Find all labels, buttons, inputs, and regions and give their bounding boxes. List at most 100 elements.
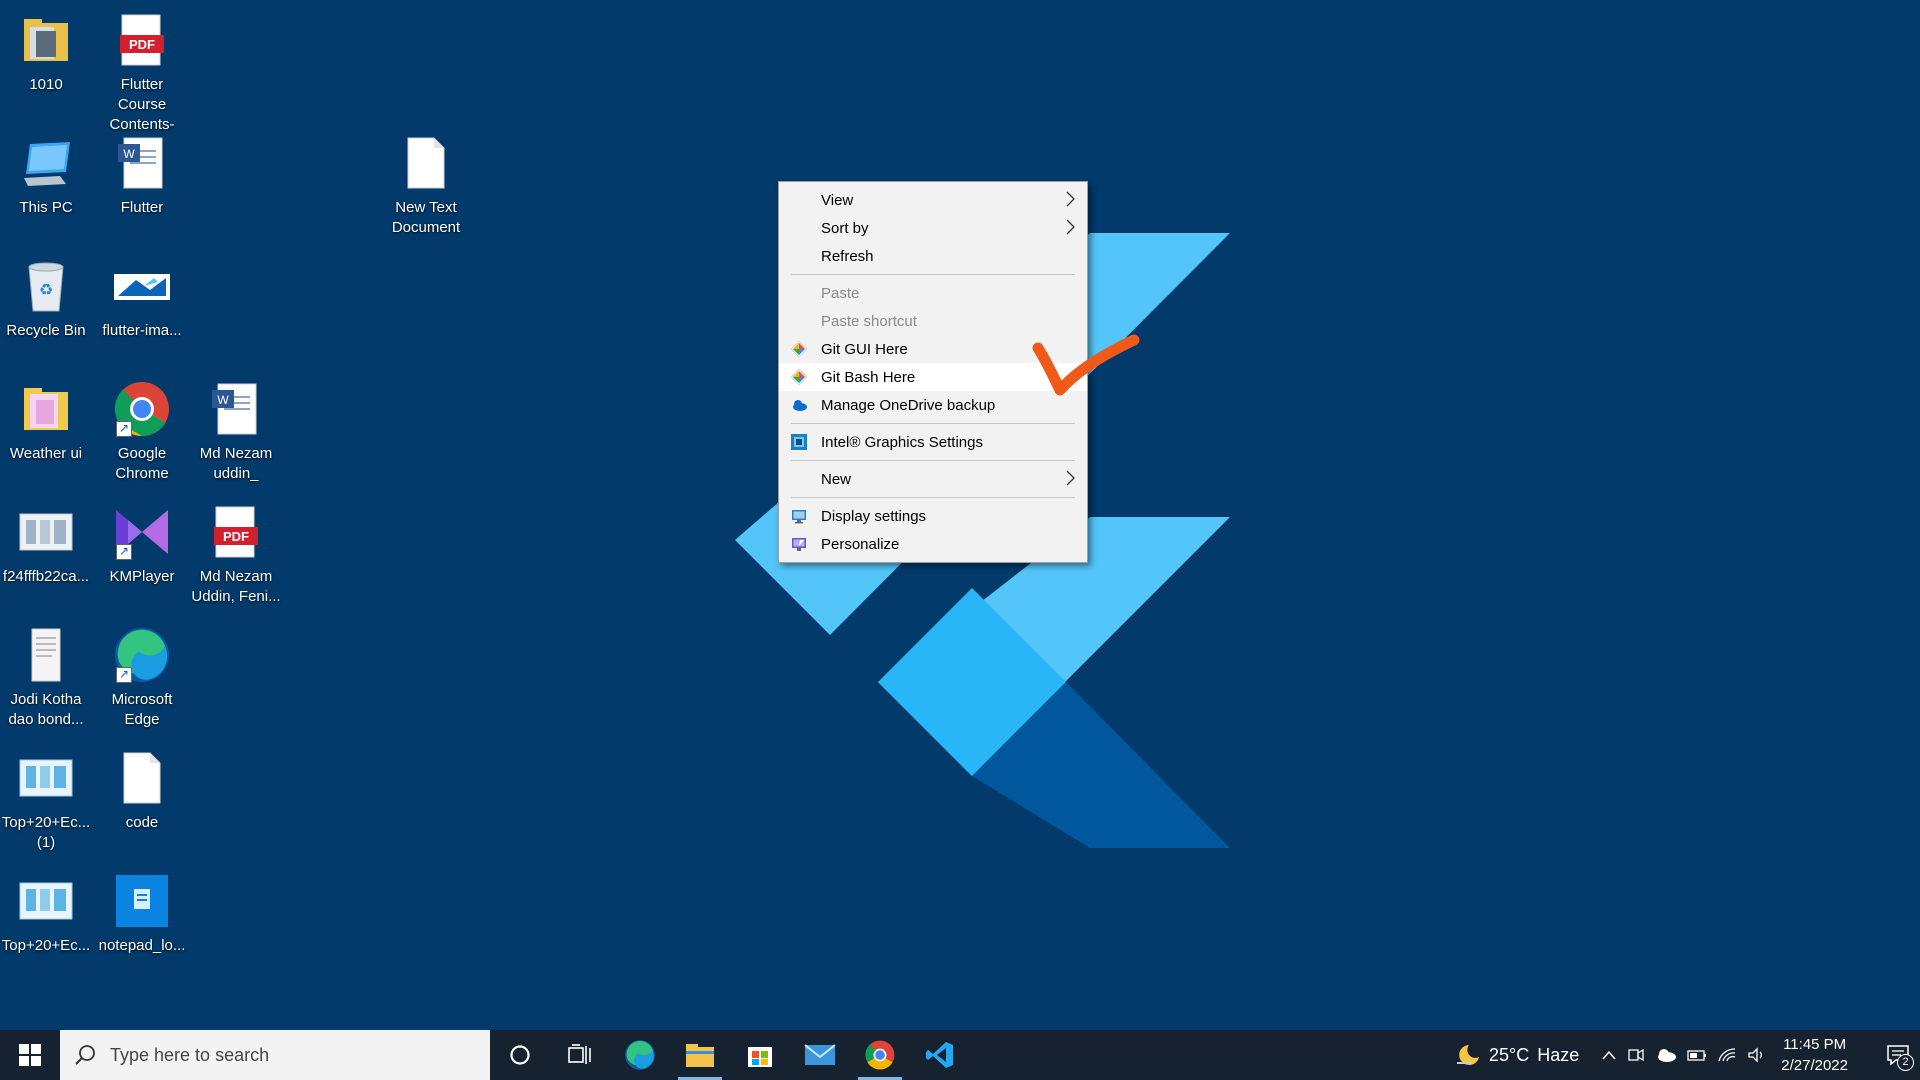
folder-icon xyxy=(24,388,68,430)
shortcut-arrow-icon: ↗ xyxy=(116,421,132,437)
clock-date: 2/27/2022 xyxy=(1781,1057,1848,1074)
vscode-icon xyxy=(926,1042,953,1068)
image-file-icon xyxy=(19,759,73,797)
pdf-badge-text: PDF xyxy=(129,37,155,52)
menu-item-label: Display settings xyxy=(821,507,927,525)
text-file-icon xyxy=(123,752,161,804)
action-center-button[interactable]: 2 xyxy=(1876,1030,1920,1080)
svg-text:W: W xyxy=(217,393,229,407)
menu-item-label: Intel® Graphics Settings xyxy=(821,433,983,451)
recycle-bin-icon: ♻ xyxy=(28,262,64,312)
weather-widget[interactable]: 25°C Haze xyxy=(1455,1043,1579,1067)
desktop-icon-label: Top+20+Ec... xyxy=(1,937,91,954)
desktop-icon-microsoft-edge[interactable]: ↗ Microsoft Edge xyxy=(96,625,188,730)
cortana-button[interactable] xyxy=(490,1030,550,1080)
desktop-icon-label: f24fffb22ca... xyxy=(2,568,90,585)
menu-item-label: Refresh xyxy=(821,247,874,265)
desktop-icon-label: Weather ui xyxy=(9,445,83,462)
this-pc-icon xyxy=(24,142,70,186)
desktop-icon-label: New Text Document xyxy=(391,199,461,236)
wifi-icon[interactable] xyxy=(1717,1047,1737,1063)
taskbar-vscode[interactable] xyxy=(910,1030,970,1080)
annotation-checkmark-icon xyxy=(1032,334,1140,396)
task-view-button[interactable] xyxy=(550,1030,610,1080)
menu-item-refresh[interactable]: Refresh xyxy=(779,242,1087,270)
desktop-icon-flutter-image[interactable]: flutter-ima... xyxy=(96,256,188,341)
menu-item-view[interactable]: View xyxy=(779,186,1087,214)
edge-icon xyxy=(625,1040,655,1070)
desktop-icon-label: Recycle Bin xyxy=(6,322,86,339)
menu-item-new[interactable]: New xyxy=(779,465,1087,493)
shortcut-arrow-icon: ↗ xyxy=(116,544,132,560)
word-doc-icon: W xyxy=(212,383,257,435)
menu-item-paste: Paste xyxy=(779,279,1087,307)
chevron-right-icon xyxy=(1066,470,1075,486)
desktop-icon-new-text-document[interactable]: New Text Document xyxy=(380,133,472,238)
onedrive-cloud-icon xyxy=(793,400,807,411)
git-icon xyxy=(791,369,807,385)
taskbar-file-explorer[interactable] xyxy=(670,1030,730,1080)
pdf-icon: PDF xyxy=(120,14,164,66)
desktop-icon-label: Microsoft Edge xyxy=(111,691,173,728)
menu-separator xyxy=(791,497,1075,498)
taskbar-edge[interactable] xyxy=(610,1030,670,1080)
desktop-icon-google-chrome[interactable]: ↗ Google Chrome xyxy=(96,379,188,484)
taskbar-chrome[interactable] xyxy=(850,1030,910,1080)
menu-separator xyxy=(791,423,1075,424)
desktop-icon-label: Google Chrome xyxy=(115,445,169,482)
volume-icon[interactable] xyxy=(1747,1047,1767,1063)
menu-item-label: View xyxy=(821,191,854,209)
clock-time: 11:45 PM xyxy=(1783,1036,1847,1053)
taskbar-search-box[interactable]: Type here to search xyxy=(60,1030,490,1080)
windows-start-icon xyxy=(19,1044,41,1066)
menu-item-label: Personalize xyxy=(821,535,900,553)
personalize-icon xyxy=(792,538,806,551)
cortana-icon xyxy=(510,1045,530,1065)
menu-item-sort-by[interactable]: Sort by xyxy=(779,214,1087,242)
svg-text:W: W xyxy=(123,147,135,161)
text-file-icon xyxy=(407,137,445,189)
menu-item-label: Paste xyxy=(821,284,860,302)
menu-item-intel-graphics-settings[interactable]: Intel® Graphics Settings xyxy=(779,428,1087,456)
weather-temperature: 25°C xyxy=(1489,1044,1530,1065)
shortcut-arrow-icon: ↗ xyxy=(116,667,132,683)
desktop-icon-top20-ec[interactable]: Top+20+Ec... xyxy=(0,871,92,956)
notification-count-badge: 2 xyxy=(1897,1054,1914,1071)
desktop-icon-weather-ui[interactable]: Weather ui xyxy=(0,379,92,464)
desktop-icon-recycle-bin[interactable]: ♻ Recycle Bin xyxy=(0,256,92,341)
word-doc-icon: W xyxy=(118,137,163,189)
desktop-icon-jodi-kotha[interactable]: Jodi Kotha dao bond... xyxy=(0,625,92,730)
meet-now-icon[interactable] xyxy=(1627,1047,1645,1063)
desktop-icon-notepad-lo[interactable]: notepad_lo... xyxy=(96,871,188,956)
desktop-icon-label: Md Nezam uddin_ xyxy=(199,445,273,482)
desktop-icon-kmplayer[interactable]: ↗ KMPlayer xyxy=(96,502,188,587)
onedrive-cloud-icon[interactable] xyxy=(1655,1048,1677,1062)
menu-separator xyxy=(791,460,1075,461)
desktop-icon-f24fffb22ca[interactable]: f24fffb22ca... xyxy=(0,502,92,587)
desktop-icon-flutter-doc[interactable]: W Flutter xyxy=(96,133,188,218)
desktop-icon-1010[interactable]: 1010 xyxy=(0,10,92,95)
taskbar-mail[interactable] xyxy=(790,1030,850,1080)
taskbar-microsoft-store[interactable] xyxy=(730,1030,790,1080)
menu-item-display-settings[interactable]: Display settings xyxy=(779,502,1087,530)
desktop-icon-label: code xyxy=(125,814,159,831)
desktop-icon-this-pc[interactable]: This PC xyxy=(0,133,92,218)
desktop-icon-top20-ec-1[interactable]: Top+20+Ec... (1) xyxy=(0,748,92,853)
taskbar-clock[interactable]: 11:45 PM 2/27/2022 xyxy=(1781,1034,1848,1076)
weather-description: Haze xyxy=(1537,1044,1580,1065)
desktop-icon-code[interactable]: code xyxy=(96,748,188,833)
chevron-up-icon[interactable] xyxy=(1601,1049,1617,1061)
pdf-badge-text: PDF xyxy=(223,529,249,544)
svg-text:♻: ♻ xyxy=(39,280,53,299)
desktop-icon-md-nezam-uddin-pdf[interactable]: PDF Md Nezam Uddin, Feni... xyxy=(190,502,282,607)
store-icon xyxy=(748,1047,772,1067)
task-view-icon xyxy=(568,1044,591,1064)
battery-icon[interactable] xyxy=(1687,1048,1707,1062)
desktop-icon-md-nezam-uddin-doc[interactable]: W Md Nezam uddin_ xyxy=(190,379,282,484)
weather-haze-icon xyxy=(1457,1045,1480,1065)
chrome-icon xyxy=(865,1040,895,1070)
desktop-icon-label: notepad_lo... xyxy=(98,937,186,954)
start-button[interactable] xyxy=(0,1030,60,1080)
menu-item-personalize[interactable]: Personalize xyxy=(779,530,1087,558)
desktop-icon-label: Jodi Kotha dao bond... xyxy=(8,691,84,728)
